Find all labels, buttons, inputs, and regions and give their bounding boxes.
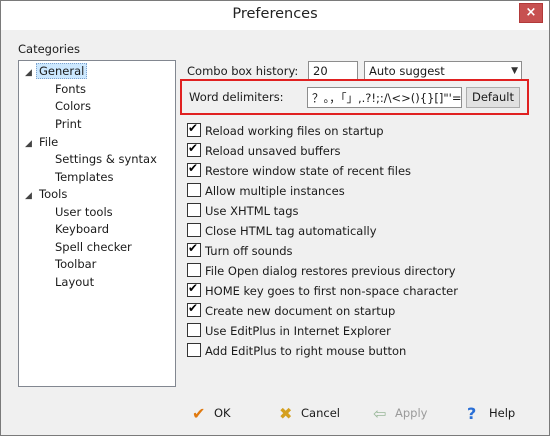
checkmark-icon: ✔	[188, 281, 199, 295]
tree-node-print[interactable]: Print	[55, 116, 81, 132]
checkbox[interactable]	[187, 343, 201, 357]
checkmark-icon: ✔	[192, 404, 206, 423]
option-checkbox-row[interactable]: Close HTML tag automatically	[187, 223, 377, 240]
option-checkbox-row[interactable]: Allow multiple instances	[187, 183, 345, 200]
checkbox[interactable]: ✔	[187, 121, 201, 137]
option-label: HOME key goes to first non-space charact…	[205, 284, 458, 298]
ok-button[interactable]: ✔ OK	[192, 403, 231, 423]
title-bar: Preferences ×	[1, 1, 549, 30]
checkbox[interactable]: ✔	[187, 301, 201, 317]
arrow-left-icon: ⇦	[373, 404, 387, 423]
option-label: Use EditPlus in Internet Explorer	[205, 324, 391, 338]
word-delimiters-input[interactable]: ？。，「」,.?!;:/\<>(){}[]"'=	[307, 87, 462, 108]
checkbox[interactable]: ✔	[187, 281, 201, 297]
tree-node-spell-checker[interactable]: Spell checker	[55, 239, 132, 255]
option-checkbox-row[interactable]: ✔ Create new document on startup	[187, 301, 396, 320]
tree-node-user-tools[interactable]: User tools	[55, 204, 113, 220]
preferences-dialog: Preferences × Categories ◢ General Fonts …	[0, 0, 550, 436]
checkbox[interactable]	[187, 203, 201, 217]
question-mark-icon: ?	[467, 404, 477, 423]
option-checkbox-row[interactable]: ✔ HOME key goes to first non-space charac…	[187, 281, 458, 300]
tree-node-file[interactable]: ◢ File	[25, 134, 58, 150]
tree-node-general[interactable]: ◢ General	[25, 63, 88, 79]
checkbox[interactable]	[187, 223, 201, 237]
chevron-down-icon[interactable]: ▼	[511, 62, 518, 79]
tree-node-label: File	[39, 135, 59, 149]
cancel-button[interactable]: ✖ Cancel	[279, 403, 340, 423]
option-label: Use XHTML tags	[205, 204, 299, 218]
default-button[interactable]: Default	[466, 87, 520, 108]
checkmark-icon: ✔	[188, 121, 199, 135]
option-label: Reload working files on startup	[205, 124, 384, 138]
checkbox[interactable]: ✔	[187, 161, 201, 177]
word-delimiters-label: Word delimiters:	[189, 90, 284, 104]
checkmark-icon: ✔	[188, 141, 199, 155]
checkbox[interactable]	[187, 183, 201, 197]
apply-button[interactable]: ⇦ Apply	[373, 403, 427, 423]
option-checkbox-row[interactable]: ✔ Reload unsaved buffers	[187, 141, 341, 160]
checkmark-icon: ✔	[188, 161, 199, 175]
option-checkbox-row[interactable]: ✔ Turn off sounds	[187, 241, 293, 260]
tree-node-colors[interactable]: Colors	[55, 98, 91, 114]
apply-label: Apply	[395, 406, 428, 420]
tree-node-fonts[interactable]: Fonts	[55, 81, 86, 97]
tree-node-keyboard[interactable]: Keyboard	[55, 221, 109, 237]
option-label: Close HTML tag automatically	[205, 224, 377, 238]
checkbox[interactable]: ✔	[187, 141, 201, 157]
categories-tree: ◢ General Fonts Colors Print ◢ File Settin…	[18, 60, 176, 387]
tree-node-layout[interactable]: Layout	[55, 274, 94, 290]
checkbox[interactable]: ✔	[187, 241, 201, 257]
checkmark-icon: ✔	[188, 241, 199, 255]
cancel-label: Cancel	[301, 406, 340, 420]
combo-history-input[interactable]: 20	[308, 61, 358, 80]
checkmark-icon: ✔	[188, 301, 199, 315]
tree-node-label: General	[36, 63, 88, 79]
option-checkbox-row[interactable]: File Open dialog restores previous direc…	[187, 263, 456, 280]
close-button[interactable]: ×	[519, 3, 543, 23]
expand-arrow-icon[interactable]: ◢	[25, 188, 39, 204]
option-checkbox-row[interactable]: Use EditPlus in Internet Explorer	[187, 323, 391, 340]
option-checkbox-row[interactable]: ✔ Restore window state of recent files	[187, 161, 412, 180]
help-label: Help	[489, 406, 516, 420]
combo-mode-value: Auto suggest	[369, 64, 445, 78]
cross-icon: ✖	[279, 404, 293, 423]
tree-node-settings-syntax[interactable]: Settings & syntax	[55, 151, 157, 167]
window-title: Preferences	[232, 6, 318, 22]
checkbox[interactable]	[187, 323, 201, 337]
option-label: Add EditPlus to right mouse button	[205, 344, 407, 358]
categories-label: Categories	[18, 42, 80, 56]
tree-node-label: Tools	[39, 187, 68, 201]
option-checkbox-row[interactable]: Use XHTML tags	[187, 203, 299, 220]
checkbox[interactable]	[187, 263, 201, 277]
option-label: Restore window state of recent files	[205, 164, 412, 178]
option-checkbox-row[interactable]: ✔ Reload working files on startup	[187, 121, 384, 140]
option-label: File Open dialog restores previous direc…	[205, 264, 456, 278]
combo-history-label: Combo box history:	[187, 64, 299, 78]
option-label: Create new document on startup	[205, 304, 396, 318]
option-label: Allow multiple instances	[205, 184, 345, 198]
option-checkbox-row[interactable]: Add EditPlus to right mouse button	[187, 343, 406, 360]
option-label: Turn off sounds	[205, 244, 293, 258]
help-button[interactable]: ? Help	[467, 403, 515, 423]
ok-label: OK	[214, 406, 231, 420]
tree-node-tools[interactable]: ◢ Tools	[25, 186, 67, 202]
combo-mode-select[interactable]: Auto suggest ▼	[364, 61, 522, 80]
option-label: Reload unsaved buffers	[205, 144, 341, 158]
tree-node-templates[interactable]: Templates	[55, 169, 113, 185]
tree-node-toolbar[interactable]: Toolbar	[55, 256, 96, 272]
expand-arrow-icon[interactable]: ◢	[25, 136, 39, 152]
